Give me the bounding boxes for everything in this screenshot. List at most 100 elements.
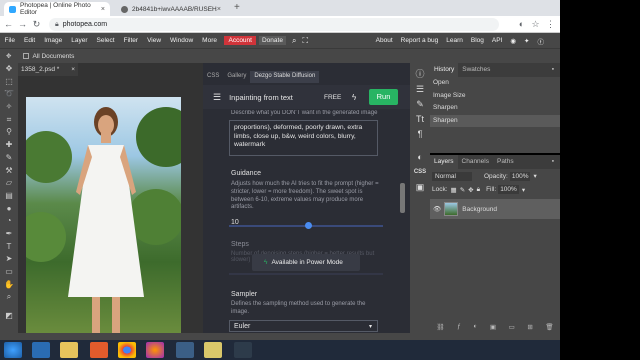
opacity-input[interactable]: 100% [509,171,531,181]
menu-layer[interactable]: Layer [67,37,92,44]
file-explorer-icon[interactable] [60,342,78,358]
fill-input[interactable]: 100% [498,185,519,194]
menu-more[interactable]: More [198,37,222,44]
close-icon[interactable]: × [71,66,75,73]
lock-move-icon[interactable]: ✥ [468,186,473,194]
sliders-icon[interactable]: ☰ [410,82,430,97]
zoom-tool-icon[interactable]: ⌕ [0,291,18,304]
trash-icon[interactable]: 🗑︎ [545,323,553,333]
lock-transparency-icon[interactable]: ▦ [451,186,457,194]
facebook-icon[interactable]: ⓕ [538,36,545,46]
document-area[interactable]: 1358_2.psd * × [18,63,203,333]
gradient-tool-icon[interactable]: ▤ [0,190,18,203]
image-icon[interactable]: ▣ [410,180,430,195]
search-icon[interactable]: ⌕ [292,36,296,46]
dodge-tool-icon[interactable]: ◔ [0,215,18,228]
css-icon[interactable]: CSS [410,165,430,180]
remote-desktop-icon[interactable] [176,342,194,358]
adjustment-icon[interactable]: ◐ [473,323,477,333]
tab-paths[interactable]: Paths [493,155,518,169]
menu-window[interactable]: Window [166,37,198,44]
menu-edit[interactable]: Edit [19,37,39,44]
folder-icon[interactable]: ▭ [509,323,515,333]
run-button[interactable]: Run [369,89,398,105]
tab-history[interactable]: History [430,63,459,77]
close-icon[interactable]: × [217,6,221,13]
lock-all-icon[interactable]: 🔒︎ [477,186,480,194]
reddit-icon[interactable]: ◉ [510,37,516,45]
api-link[interactable]: API [492,37,502,44]
canvas-photo[interactable] [26,97,181,333]
blend-mode-select[interactable]: Normal [432,171,472,181]
extension-icon[interactable]: ◐ [516,19,527,30]
panel-menu-icon[interactable]: ▪ [548,155,558,169]
negative-prompt-field[interactable]: proportions), deformed, poorly drawn, ex… [229,120,378,156]
learn-link[interactable]: Learn [446,37,463,44]
hamburger-icon[interactable]: ☰ [213,92,221,103]
firefox-icon[interactable] [146,342,164,358]
tab-layers[interactable]: Layers [430,155,458,169]
donate-button[interactable]: Donate [258,36,286,45]
guidance-slider-handle[interactable] [305,222,312,229]
media-player-icon[interactable] [90,342,108,358]
paragraph-icon[interactable]: ¶ [410,127,430,142]
about-link[interactable]: About [376,37,393,44]
chrome-icon[interactable] [118,342,136,358]
browser-tab-2[interactable]: 2b4841b+iwvAAAAB/RUSEH/ka... × [116,2,226,16]
tab-gallery[interactable]: Gallery [223,71,250,83]
healing-brush-icon[interactable]: ✚ [0,139,18,152]
tab-css[interactable]: CSS [203,71,223,83]
url-field[interactable]: 🔒︎ photopea.com [49,18,499,31]
lasso-tool-icon[interactable]: ➰ [0,88,18,101]
pen-tool-icon[interactable]: ✒ [0,228,18,241]
twitter-icon[interactable]: ✦ [524,37,529,45]
history-item[interactable]: Open [430,77,560,90]
color-swatches-icon[interactable]: ◩ [0,310,18,323]
plugin-scrollbar[interactable] [400,183,405,213]
account-button[interactable]: Account [224,36,256,45]
magic-wand-icon[interactable]: ✧ [0,101,18,114]
browser-tab-photopea[interactable]: Photopea | Online Photo Editor × [4,2,110,16]
eye-icon[interactable]: 👁︎ [433,205,441,213]
start-icon[interactable] [4,342,22,358]
folder-icon[interactable] [204,342,222,358]
layer-row-background[interactable]: 👁︎ Background [430,199,560,219]
eyedropper-icon[interactable]: ⚲ [0,126,18,139]
forward-icon[interactable]: → [17,19,28,30]
sampler-select[interactable]: Euler ▾ [229,320,378,332]
info-icon[interactable]: ⓘ [410,67,430,82]
lightning-icon[interactable]: ϟ [352,93,356,102]
adjust-icon[interactable]: ◐ [410,150,430,165]
character-icon[interactable]: Tt [410,112,430,127]
history-item[interactable]: Sharpen [430,102,560,115]
menu-filter[interactable]: Filter [119,37,142,44]
all-documents-checkbox[interactable] [23,53,30,59]
ie-icon[interactable] [32,342,50,358]
lock-paint-icon[interactable]: ✎ [460,186,465,194]
star-icon[interactable]: ☆ [530,19,541,30]
menu-select[interactable]: Select [92,37,119,44]
path-select-icon[interactable]: ➤ [0,253,18,266]
brush-tool-icon[interactable]: ✎ [0,152,18,165]
move-tool-icon[interactable]: ✥ [0,63,18,76]
close-icon[interactable]: × [101,6,105,13]
back-icon[interactable]: ← [3,19,14,30]
effects-icon[interactable]: ƒ [457,323,461,333]
new-tab-button[interactable]: + [234,2,240,13]
menu-view[interactable]: View [143,37,166,44]
tab-dezgo[interactable]: Dezgo Stable Diffusion [250,71,320,83]
menu-dots-icon[interactable]: ⋮ [545,19,556,30]
chevron-down-icon[interactable]: ▾ [522,186,525,194]
tab-channels[interactable]: Channels [458,155,493,169]
new-layer-icon[interactable]: ⊞ [527,323,532,333]
history-item-selected[interactable]: Sharpen [430,114,560,127]
link-icon[interactable]: ⛓ [436,323,444,333]
report-bug-link[interactable]: Report a bug [401,37,439,44]
crop-tool-icon[interactable]: ⌗ [0,114,18,127]
document-tab[interactable]: 1358_2.psd * × [18,63,78,76]
hand-tool-icon[interactable]: ✋ [0,279,18,292]
chevron-down-icon[interactable]: ▾ [533,172,536,180]
blog-link[interactable]: Blog [471,37,484,44]
history-item[interactable]: Image Size [430,90,560,103]
eraser-icon[interactable]: ▱ [0,177,18,190]
